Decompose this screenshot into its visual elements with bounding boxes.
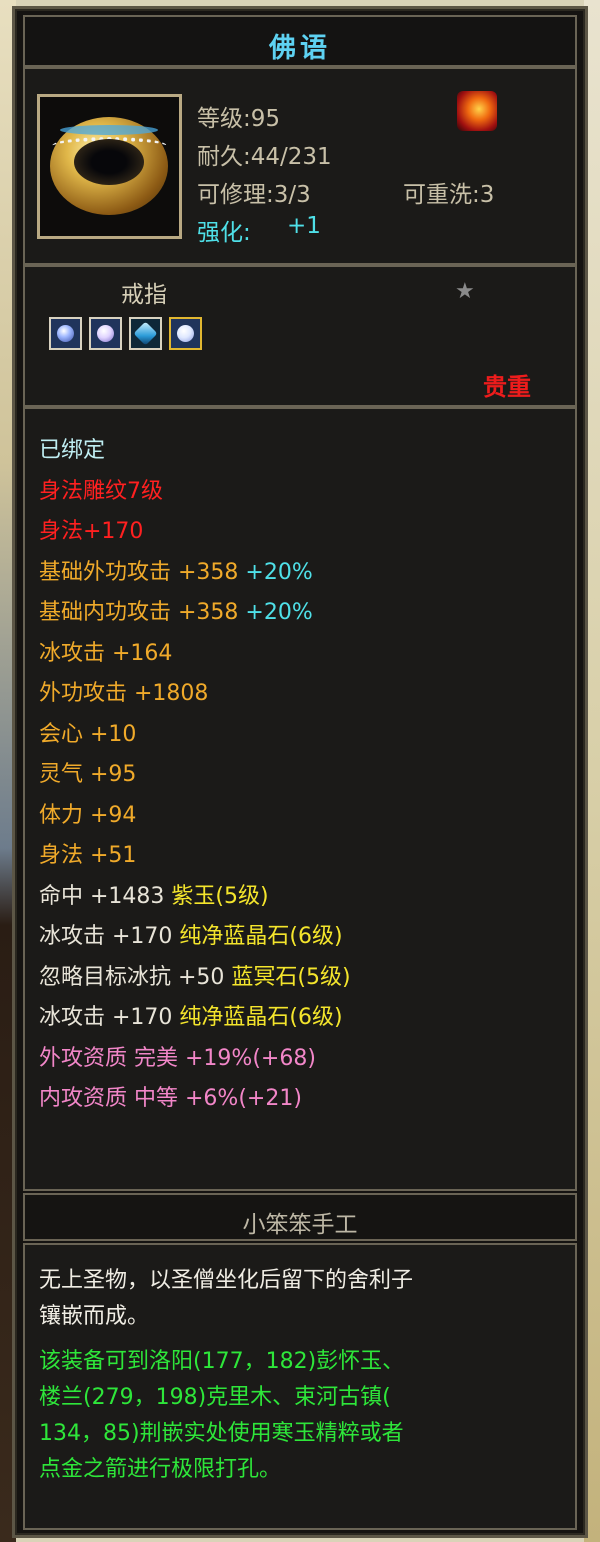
description-line: 镶嵌而成。	[39, 1304, 150, 1329]
star-icon: ★	[455, 279, 475, 304]
maker-name: 小笨笨手工	[242, 1212, 358, 1238]
gem-line-4: 冰攻击 +170 纯净蓝晶石(6级)	[39, 1004, 343, 1032]
item-name: 佛语	[269, 33, 331, 64]
description-line: 无上圣物，以圣僧坐化后留下的舍利子	[39, 1268, 414, 1293]
item-enhance-label: 强化:	[197, 220, 251, 246]
carving-line: 身法雕纹7级	[39, 479, 163, 504]
gem-name-1: 紫玉(5级)	[171, 884, 269, 909]
gem-slot-icon[interactable]	[49, 317, 82, 350]
item-durability: 耐久:44/231	[197, 144, 332, 170]
item-rarity: 贵重	[483, 373, 531, 401]
description-hint-line: 该装备可到洛阳(177，182)彭怀玉、	[39, 1349, 405, 1374]
gem-stat-4: 冰攻击 +170	[39, 1005, 173, 1030]
crit-line: 会心 +10	[39, 722, 137, 747]
base-int-attack-pct: +20%	[245, 600, 313, 625]
gem-slot-icon[interactable]	[89, 317, 122, 350]
gem-line-2: 冰攻击 +170 纯净蓝晶石(6级)	[39, 923, 343, 951]
item-icon	[37, 94, 182, 239]
carving-bonus-line: 身法+170	[39, 519, 144, 544]
item-type: 戒指	[121, 282, 167, 308]
quality-int-line: 内攻资质 中等 +6%(+21)	[39, 1086, 302, 1111]
gem-line-1: 命中 +1483 紫玉(5级)	[39, 883, 269, 911]
gem-stat-2: 冰攻击 +170	[39, 924, 173, 949]
bound-status: 已绑定	[39, 438, 106, 463]
item-subheader: 戒指 ★ 贵重	[23, 265, 577, 407]
gem-name-2: 纯净蓝晶石(6级)	[179, 924, 343, 949]
item-repairable: 可修理:3/3	[197, 182, 311, 208]
base-ext-attack-pct: +20%	[245, 560, 313, 585]
gem-stat-3: 忽略目标冰抗 +50	[39, 965, 225, 990]
base-ext-attack-line: 基础外功攻击 +358 +20%	[39, 559, 313, 587]
quality-ext-line: 外攻资质 完美 +19%(+68)	[39, 1046, 316, 1071]
item-level: 等级:95	[197, 106, 281, 132]
ring-inlay	[60, 125, 158, 135]
gem-name-4: 纯净蓝晶石(6级)	[179, 1005, 343, 1030]
item-rewashable: 可重洗:3	[403, 182, 495, 208]
flame-icon	[457, 91, 497, 131]
gem-stat-1: 命中 +1483	[39, 884, 165, 909]
base-ext-attack: 基础外功攻击 +358	[39, 560, 239, 585]
item-description: 无上圣物，以圣僧坐化后留下的舍利子 镶嵌而成。 该装备可到洛阳(177，182)…	[23, 1243, 577, 1530]
gem-line-3: 忽略目标冰抗 +50 蓝冥石(5级)	[39, 964, 351, 992]
gem-slot-icon[interactable]	[169, 317, 202, 350]
gem-name-3: 蓝冥石(5级)	[231, 965, 351, 990]
description-hint-line: 134，85)荆嵌实处使用寒玉精粹或者	[39, 1421, 404, 1446]
description-hint-line: 点金之箭进行极限打孔。	[39, 1457, 282, 1482]
spirit-line: 灵气 +95	[39, 762, 137, 787]
tooltip-title-bar: 佛语	[23, 15, 577, 67]
item-header: 等级:95 耐久:44/231 可修理:3/3 可重洗:3 强化: +1	[23, 67, 577, 265]
base-int-attack-line: 基础内功攻击 +358 +20%	[39, 599, 313, 627]
ext-attack-line: 外功攻击 +1808	[39, 681, 209, 706]
ice-attack-line: 冰攻击 +164	[39, 641, 173, 666]
agility-line: 身法 +51	[39, 843, 137, 868]
description-hint-line: 楼兰(279，198)克里木、束河古镇(	[39, 1385, 391, 1410]
ring-hole	[74, 139, 144, 185]
base-int-attack: 基础内功攻击 +358	[39, 600, 239, 625]
stamina-line: 体力 +94	[39, 803, 137, 828]
attribute-list: 已绑定 身法雕纹7级 身法+170 基础外功攻击 +358 +20% 基础内功攻…	[23, 407, 577, 1191]
item-tooltip: 佛语 等级:95 耐久:44/231 可修理:3/3 可重洗:3 强化: +1 …	[12, 6, 588, 1538]
item-enhance-value: +1	[287, 213, 321, 239]
maker-bar: 小笨笨手工	[23, 1193, 577, 1241]
gem-slots	[49, 317, 202, 350]
gem-slot-icon[interactable]	[129, 317, 162, 350]
